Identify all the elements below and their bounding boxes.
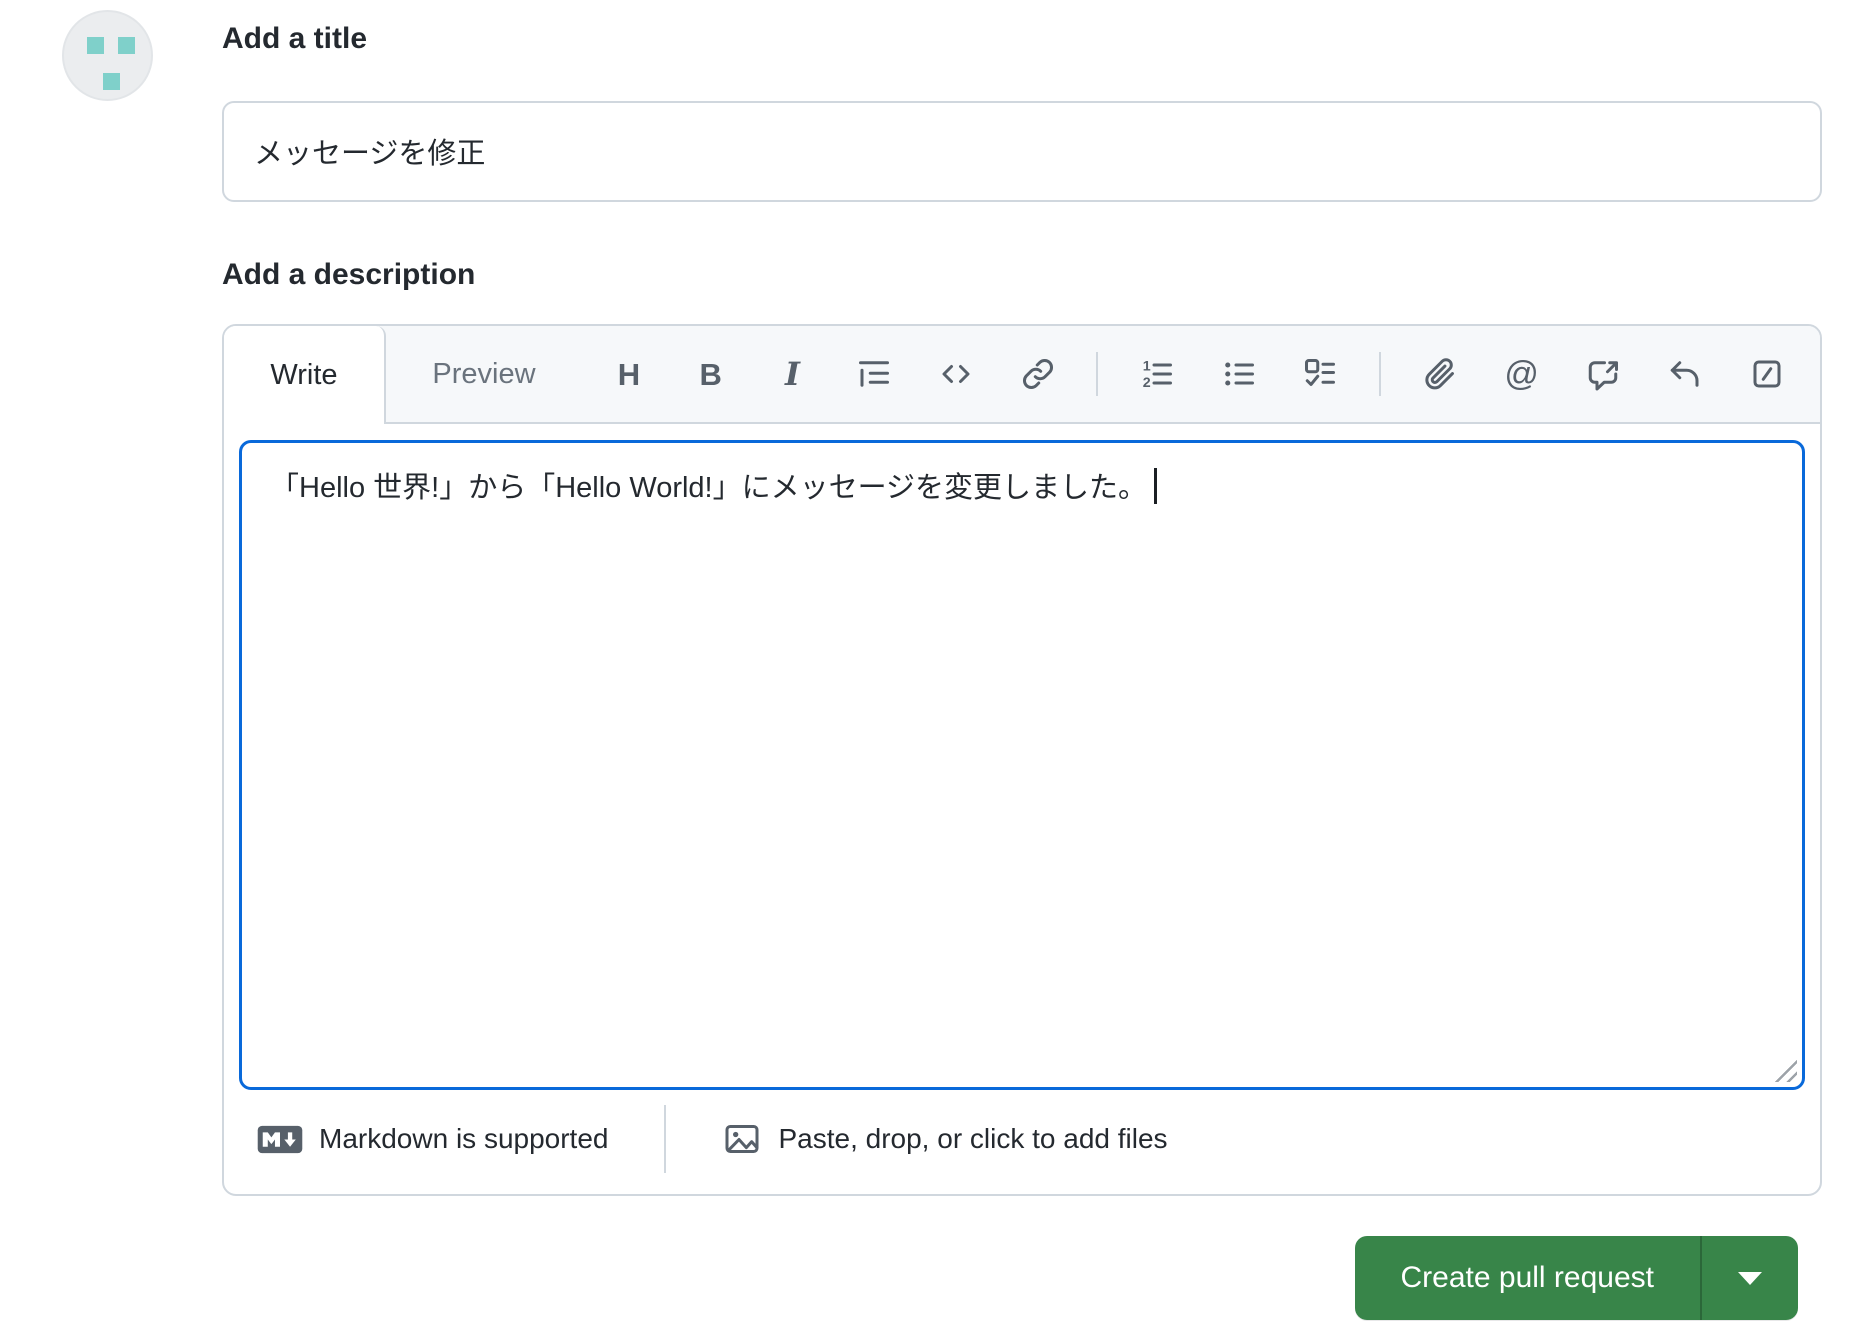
markdown-icon	[257, 1125, 303, 1153]
link-icon[interactable]	[1015, 351, 1061, 397]
numbered-list-icon[interactable]: 12	[1134, 351, 1180, 397]
heading-icon[interactable]: H	[606, 351, 652, 397]
quote-icon[interactable]	[851, 351, 897, 397]
bold-icon[interactable]: B	[688, 351, 734, 397]
title-heading: Add a title	[222, 22, 368, 55]
create-options-dropdown[interactable]	[1700, 1236, 1798, 1320]
footer-divider	[664, 1105, 667, 1173]
svg-text:2: 2	[1143, 375, 1151, 391]
chevron-down-icon	[1738, 1271, 1762, 1285]
editor-body: 「Hello 世界!」から「Hello World!」にメッセージを変更しました…	[224, 424, 1820, 1090]
toolbar-divider	[1096, 352, 1099, 396]
mention-icon[interactable]: @	[1499, 351, 1545, 397]
create-pull-request-button-group: Create pull request	[1354, 1236, 1798, 1320]
pr-description-textarea[interactable]: 「Hello 世界!」から「Hello World!」にメッセージを変更しました…	[239, 440, 1805, 1090]
identicon-square	[103, 73, 120, 90]
resize-handle[interactable]	[1769, 1054, 1797, 1082]
tab-preview[interactable]: Preview	[386, 326, 582, 422]
tab-write[interactable]: Write	[224, 326, 386, 424]
svg-text:1: 1	[1143, 358, 1151, 374]
description-heading: Add a description	[222, 257, 476, 291]
attach-file-icon[interactable]	[1417, 351, 1463, 397]
italic-icon[interactable]: I	[769, 351, 815, 397]
editor-footer: Markdown is supported Paste, drop, or cl…	[224, 1090, 1820, 1194]
form-actions: Create pull request	[222, 1236, 1822, 1320]
bullet-list-icon[interactable]	[1216, 351, 1262, 397]
toolbar-divider	[1379, 352, 1382, 396]
user-avatar	[62, 10, 153, 101]
create-pull-request-button[interactable]: Create pull request	[1355, 1236, 1700, 1320]
identicon-square	[87, 37, 104, 54]
code-icon[interactable]	[933, 351, 979, 397]
cross-reference-icon[interactable]	[1580, 351, 1626, 397]
formatting-toolbar: H B I 1 2 @	[582, 326, 1820, 422]
identicon-square	[118, 37, 135, 54]
text-cursor	[1154, 468, 1158, 504]
attach-files-button[interactable]: Paste, drop, or click to add files	[722, 1119, 1168, 1159]
pull-request-form: Add a title Add a description Write Prev…	[0, 0, 1862, 1330]
pr-title-input[interactable]	[222, 100, 1822, 202]
slash-commands-icon[interactable]	[1744, 351, 1790, 397]
description-text: 「Hello 世界!」から「Hello World!」にメッセージを変更しました…	[270, 472, 1148, 504]
task-list-icon[interactable]	[1297, 351, 1343, 397]
editor-header: Write Preview H B I 1 2 @	[224, 326, 1820, 424]
markdown-editor: Write Preview H B I 1 2 @ 「Hello 世界!」から「…	[222, 324, 1822, 1196]
saved-reply-icon[interactable]	[1662, 351, 1708, 397]
markdown-supported-link[interactable]: Markdown is supported	[257, 1123, 608, 1155]
image-icon	[725, 1125, 759, 1153]
